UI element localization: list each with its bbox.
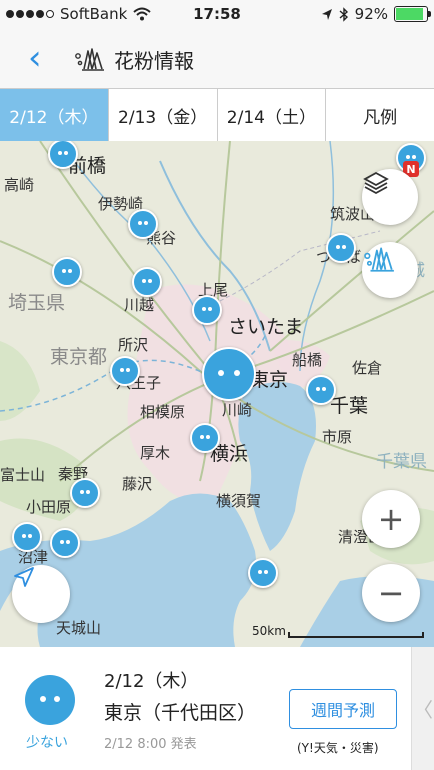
map-label-saitama: さいたま [228,316,304,338]
side-panel-handle[interactable]: 〈 [411,647,434,770]
pollen-marker-selected[interactable] [202,347,256,401]
map-label-sagamihara: 相模原 [140,403,186,421]
pollen-marker[interactable] [52,257,82,287]
date-tabs: 2/12（木） 2/13（金） 2/14（土） 凡例 [0,89,434,142]
layers-icon [363,171,389,195]
bluetooth-icon [339,6,348,22]
published-time: 2/12 8:00 発表 [104,737,197,752]
zoom-in-button[interactable]: + [362,490,420,548]
pollen-marker[interactable] [110,356,140,386]
pollen-marker[interactable] [248,558,278,588]
pollen-marker[interactable] [190,423,220,453]
map-label-kawagoe: 川越 [124,296,155,314]
scale-bar [288,632,424,638]
scale-label: 50km [252,624,286,638]
credit-label: (Y!天気・災害) [297,741,379,755]
pollen-logo-icon [75,48,104,71]
map-label-saitama-pref: 埼玉県 [8,292,66,314]
status-bar: SoftBank 17:58 92% [0,0,434,30]
navigation-bar: ‹ 花粉情報 [0,30,434,89]
layers-button[interactable] [362,169,418,225]
tab-legend[interactable]: 凡例 [326,89,434,141]
location-arrow-icon [14,567,34,587]
pollen-marker[interactable] [132,267,162,297]
pollen-layer-button[interactable] [362,242,418,298]
pollen-marker[interactable] [192,295,222,325]
forecast-location: 東京（千代田区） [104,702,257,724]
map-label-sakura: 佐倉 [352,359,383,377]
map-label-fujisan: 富士山 [0,466,46,484]
pollen-marker[interactable] [306,375,336,405]
pollen-marker[interactable] [70,478,100,508]
map-label-takasaki: 高崎 [4,176,35,194]
map-label-ichihara: 市原 [322,428,353,446]
map-label-tokorozawa: 所沢 [118,336,149,354]
map-scale: 50km [252,624,424,640]
tab-day-2[interactable]: 2/13（金） [109,89,218,141]
current-location-button[interactable] [12,565,70,623]
forecast-panel: 少ない 2/12（木） 東京（千代田区） 2/12 8:00 発表 週間予測 (… [0,647,434,770]
map-label-yokosuka: 横須賀 [216,492,262,510]
pollen-level-face-icon [25,675,75,725]
page-title: 花粉情報 [114,49,194,73]
map-label-chiba-pref: 千葉県 [376,452,427,472]
location-arrow-icon [321,8,332,20]
battery-icon [394,6,431,22]
tab-day-3[interactable]: 2/14（土） [218,89,327,141]
map-label-atsugi: 厚木 [140,444,171,462]
zoom-out-button[interactable]: − [362,564,420,622]
pollen-level-label: 少ない [26,735,68,751]
weekly-forecast-button[interactable]: 週間予測 [289,689,397,729]
pollen-marker[interactable] [128,209,158,239]
map-label-funabashi: 船橋 [292,351,323,369]
pollen-marker[interactable] [12,522,42,552]
pollen-marker[interactable] [50,528,80,558]
map-label-amagi: 天城山 [56,619,102,637]
map-label-tokyo-pref: 東京都 [50,346,108,368]
tab-day-1[interactable]: 2/12（木） [0,89,109,141]
back-button[interactable]: ‹ [28,40,42,76]
map-label-chiba: 千葉 [330,395,369,417]
battery-percent: 92% [354,5,388,23]
pollen-tree-icon [364,247,394,272]
forecast-date: 2/12（木） [104,671,199,692]
map-label-kawasaki: 川崎 [222,401,253,419]
pollen-map[interactable]: 前橋 高崎 伊勢崎 熊谷 筑波山 つくば 埼玉県 上尾 川越 さいたま 東京都 … [0,141,434,647]
map-label-odawara: 小田原 [26,498,72,516]
map-label-fujisawa: 藤沢 [122,475,153,493]
pollen-marker[interactable] [326,233,356,263]
